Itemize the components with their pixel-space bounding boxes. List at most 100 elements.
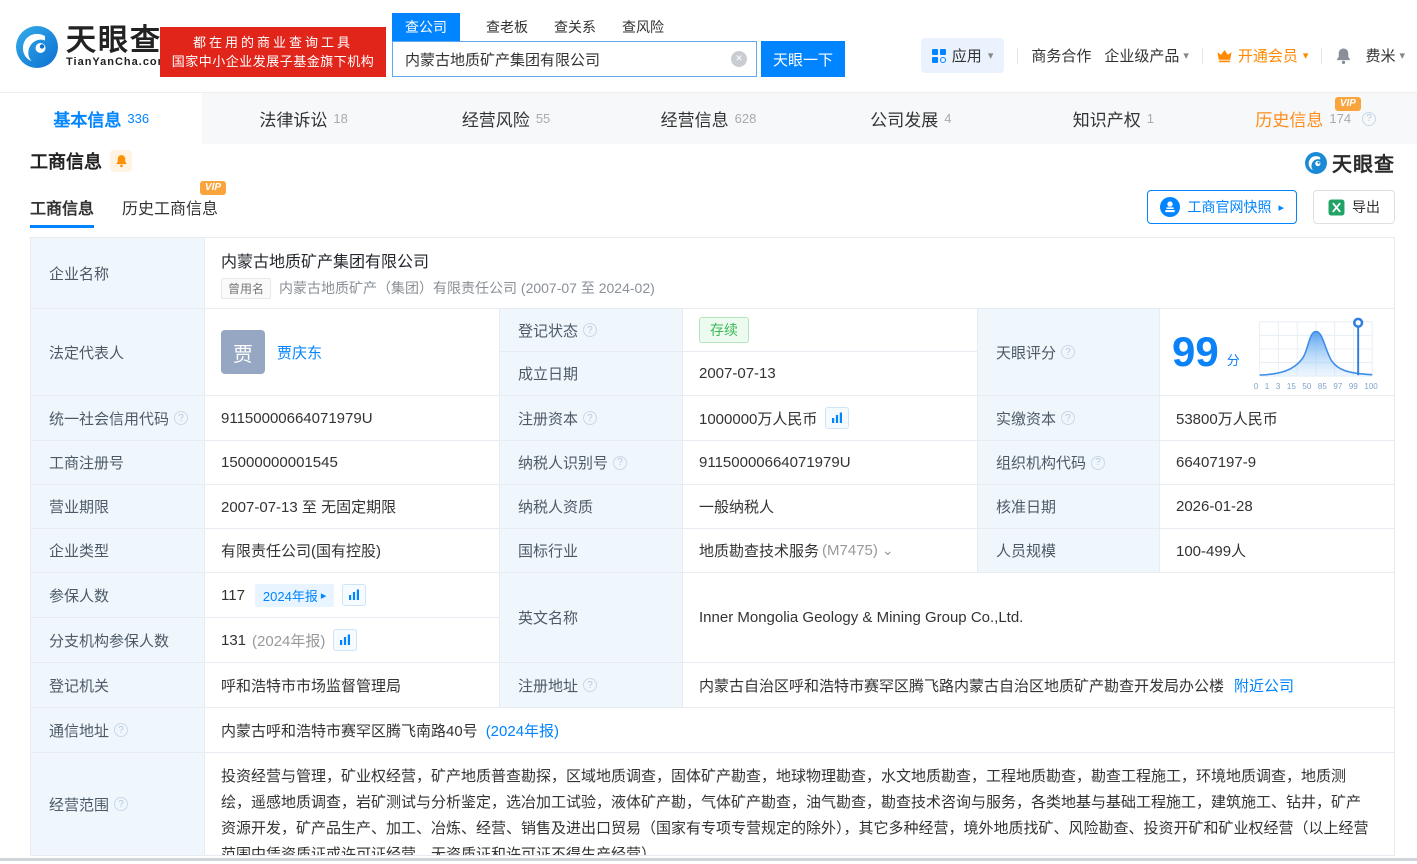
reg-status-value: 存续	[683, 309, 978, 352]
apps-menu-button[interactable]: 应用 ▾	[920, 38, 1005, 73]
insured-count-value: 117 2024年报 ▸	[205, 573, 500, 618]
taxpayer-quality-value: 一般纳税人	[683, 485, 978, 529]
search-tab-company[interactable]: 查公司	[392, 13, 460, 41]
business-scope-label: 经营范围 ?	[31, 753, 205, 855]
annual-report-link[interactable]: (2024年报)	[486, 720, 559, 741]
insured-count-label: 参保人数	[31, 573, 205, 618]
help-icon[interactable]: ?	[1061, 345, 1076, 359]
bell-icon	[116, 155, 126, 168]
tianyancha-watermark: 天眼查	[1304, 148, 1395, 177]
score-number: 99	[1172, 328, 1219, 375]
staff-size-label: 人员规模	[978, 529, 1160, 573]
status-badge: 存续	[699, 317, 749, 343]
page-bottom-divider	[0, 858, 1417, 861]
help-icon[interactable]: ?	[613, 455, 628, 470]
legal-rep-avatar[interactable]: 贾	[221, 330, 265, 374]
official-snapshot-button[interactable]: 工商官网快照 ▸	[1147, 190, 1297, 224]
est-date-label: 成立日期	[500, 352, 683, 396]
branch-insured-trend-chart-button[interactable]	[333, 629, 358, 651]
tab-operating-risk[interactable]: 经营风险 55	[405, 93, 607, 144]
nav-cooperation[interactable]: 商务合作	[1031, 45, 1091, 66]
reg-address-label: 注册地址 ?	[500, 663, 683, 708]
tab-company-development[interactable]: 公司发展 4	[810, 93, 1012, 144]
search-tab-relation[interactable]: 查关系	[554, 13, 596, 41]
org-code-value: 66407197-9	[1160, 441, 1394, 485]
search-button[interactable]: 天眼一下	[761, 41, 845, 77]
promo-line1: 都在用的商业查询工具	[192, 35, 353, 50]
subtab-history-business-info[interactable]: 历史工商信息 VIP	[122, 181, 227, 219]
chevron-down-icon: ▾	[1399, 50, 1405, 62]
open-membership-button[interactable]: 开通会员 ▾	[1216, 45, 1308, 66]
search-tab-risk[interactable]: 查风险	[622, 13, 664, 41]
tab-legal-proceedings[interactable]: 法律诉讼 18	[202, 93, 404, 144]
section-title: 工商信息	[30, 152, 102, 172]
excel-icon	[1328, 199, 1345, 215]
arrow-right-icon: ▸	[1278, 201, 1284, 214]
arrow-right-icon: ▸	[320, 589, 327, 602]
bar-chart-icon	[349, 589, 360, 600]
user-menu[interactable]: 费米 ▾	[1365, 45, 1405, 66]
legal-rep-label: 法定代表人	[31, 309, 205, 396]
legal-rep-value: 贾 贾庆东	[205, 309, 500, 396]
notifications-bell[interactable]	[1335, 47, 1352, 65]
tab-operating-info[interactable]: 经营信息 628	[607, 93, 809, 144]
help-icon[interactable]: ?	[1091, 455, 1106, 470]
subtab-business-info[interactable]: 工商信息	[30, 195, 94, 219]
promo-banner: 都在用的商业查询工具 国家中小企业发展子基金旗下机构	[160, 27, 386, 77]
help-icon[interactable]: ?	[1061, 411, 1076, 425]
english-name-label: 英文名称	[500, 573, 683, 663]
company-name-label: 企业名称	[31, 238, 205, 309]
search-tabs: 查公司 查老板 查关系 查风险	[392, 13, 664, 41]
tianyancha-logo[interactable]: 天眼查 TianYanCha.com	[14, 24, 168, 70]
score-label: 天眼评分 ?	[978, 309, 1160, 396]
clear-search-icon[interactable]: ×	[731, 51, 747, 67]
tab-intellectual-property[interactable]: 知识产权 1	[1012, 93, 1214, 144]
username: 费米	[1365, 48, 1396, 65]
company-type-value: 有限责任公司(国有控股)	[205, 529, 500, 573]
reg-address-value: 内蒙古自治区呼和浩特市赛罕区腾飞路内蒙古自治区地质矿产勘查开发局办公楼 附近公司	[683, 663, 1394, 708]
stamp-icon	[1160, 197, 1181, 217]
crown-icon	[1217, 50, 1232, 63]
business-scope-value: 投资经营与管理，矿业权经营，矿产地质普查勘探，区域地质调查，固体矿产勘查，地球物…	[221, 768, 1369, 855]
tab-history-info[interactable]: VIP 历史信息 174 ?	[1215, 93, 1417, 144]
help-icon[interactable]: ?	[583, 411, 598, 425]
export-button[interactable]: 导出	[1313, 190, 1395, 224]
chevron-down-icon[interactable]: ⌄	[882, 542, 894, 559]
reg-number-label: 工商注册号	[31, 441, 205, 485]
help-icon[interactable]: ?	[114, 723, 129, 737]
reg-capital-value: 1000000万人民币	[683, 396, 978, 441]
reg-status-label: 登记状态 ?	[500, 309, 683, 352]
chevron-down-icon: ▾	[987, 50, 994, 62]
approval-date-value: 2026-01-28	[1160, 485, 1394, 529]
monitor-bell-button[interactable]	[110, 150, 132, 172]
capital-trend-chart-button[interactable]	[825, 407, 850, 429]
branch-insured-note: (2024年报)	[252, 632, 326, 650]
help-icon[interactable]: ?	[583, 323, 598, 337]
score-value: 99 分 01 3 15 50 85 97 99 100	[1160, 309, 1394, 396]
branch-insured-value: 131 (2024年报)	[205, 618, 500, 663]
help-icon[interactable]: ?	[583, 678, 598, 692]
tab-basic-info[interactable]: 基本信息 336	[0, 93, 203, 144]
legal-rep-link[interactable]: 贾庆东	[277, 342, 322, 363]
paid-capital-label: 实缴资本 ?	[978, 396, 1160, 441]
chevron-down-icon: ▾	[1183, 50, 1189, 62]
industry-value: 地质勘查技术服务 (M7475) ⌄	[683, 529, 978, 573]
search-tab-boss[interactable]: 查老板	[486, 13, 528, 41]
reg-authority-value: 呼和浩特市市场监督管理局	[205, 663, 500, 708]
company-type-label: 企业类型	[31, 529, 205, 573]
branch-insured-label: 分支机构参保人数	[31, 618, 205, 663]
nav-enterprise-products[interactable]: 企业级产品 ▾	[1104, 45, 1189, 66]
help-icon[interactable]: ?	[1362, 111, 1377, 126]
annual-report-badge[interactable]: 2024年报 ▸	[254, 583, 335, 607]
divider	[1017, 47, 1019, 64]
brand-domain: TianYanCha.com	[66, 56, 169, 68]
search-input[interactable]	[392, 41, 757, 77]
divider	[1321, 47, 1323, 64]
tianyancha-eye-icon	[16, 26, 58, 68]
help-icon[interactable]: ?	[114, 797, 129, 811]
help-icon[interactable]: ?	[174, 411, 189, 425]
nearby-companies-link[interactable]: 附近公司	[1234, 675, 1294, 696]
insured-trend-chart-button[interactable]	[342, 584, 367, 606]
company-name: 内蒙古地质矿产集团有限公司	[221, 253, 430, 271]
score-unit: 分	[1226, 352, 1240, 368]
